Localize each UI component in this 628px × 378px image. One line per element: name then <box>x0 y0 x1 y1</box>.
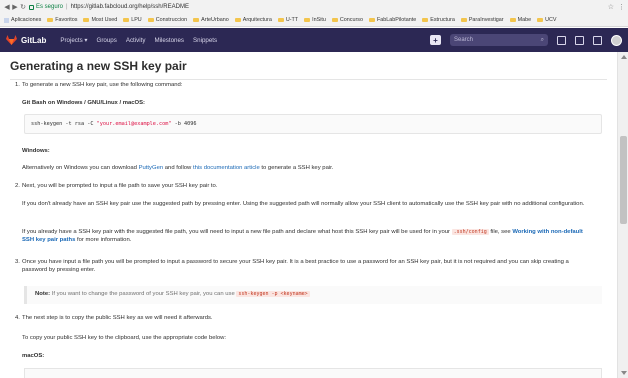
note-label: Note: <box>35 291 51 297</box>
folder-icon <box>83 17 90 23</box>
gitlab-tanuki-icon <box>6 35 17 45</box>
folder-icon <box>331 17 338 23</box>
brand-name: GitLab <box>21 35 47 45</box>
step-2-paragraph-1: If you don't already have an SSH key pai… <box>22 201 585 207</box>
search-placeholder: Search <box>454 37 474 43</box>
search-icon: ⌕ <box>540 36 544 43</box>
apps-grid-icon <box>4 17 9 23</box>
bookmark-folder[interactable]: UCV <box>537 17 556 23</box>
folder-icon <box>537 17 544 23</box>
step-3: 3. Once you have input a file path you w… <box>15 259 569 273</box>
ssh-config-code: .ssh/config <box>451 229 489 235</box>
bookmark-folder[interactable]: Concurso <box>331 17 363 23</box>
bookmark-folder[interactable]: U-TT <box>277 17 298 23</box>
bookmark-folder[interactable]: Favoritos <box>47 17 77 23</box>
folder-icon <box>147 17 154 23</box>
search-input[interactable]: Search ⌕ <box>450 34 548 46</box>
scrollbar-thumb[interactable] <box>620 136 627 224</box>
step-1: 1. To generate a new SSH key pair, use t… <box>15 82 183 88</box>
folder-icon <box>234 17 241 23</box>
windows-subhead: Windows: <box>22 148 50 154</box>
puttygen-link[interactable]: PuttyGen <box>139 165 164 171</box>
secure-label: Es seguro <box>36 4 64 10</box>
folder-icon <box>47 17 54 23</box>
lock-icon <box>29 4 34 10</box>
forward-icon[interactable]: ▶ <box>11 2 19 12</box>
secure-indicator[interactable]: Es seguro <box>29 4 63 10</box>
gitlab-navbar: GitLab Projects ▾ Groups Activity Milest… <box>0 28 628 52</box>
windows-text: Alternatively on Windows you can downloa… <box>22 165 334 171</box>
bookmark-folder[interactable]: InSitu <box>304 17 326 23</box>
note-box: Note: If you want to change the password… <box>24 286 602 304</box>
menu-icon[interactable]: ⋮ <box>618 3 625 11</box>
nav-groups[interactable]: Groups <box>97 37 117 44</box>
help-content: Generating a new SSH key pair 1. To gene… <box>0 52 617 378</box>
folder-icon <box>422 17 429 23</box>
folder-icon <box>368 17 375 23</box>
bookmark-folder[interactable]: Estructura <box>422 17 455 23</box>
step-2: 2. Next, you will be prompted to input a… <box>15 183 218 189</box>
nav-projects[interactable]: Projects ▾ <box>60 37 87 44</box>
bookmark-folder[interactable]: ArteUrbano <box>193 17 229 23</box>
nav-snippets[interactable]: Snippets <box>193 37 217 44</box>
bookmark-folder[interactable]: ParaInvestigar <box>460 17 504 23</box>
keygen-code-block[interactable]: ssh-keygen -t rsa -C "your.email@example… <box>24 114 602 134</box>
folder-icon <box>193 17 200 23</box>
scroll-down-icon[interactable] <box>621 371 627 375</box>
bookmark-folder[interactable]: LPU <box>123 17 142 23</box>
back-icon[interactable]: ◀ <box>3 2 11 12</box>
step-1-subhead: Git Bash on Windows / GNU/Linux / macOS: <box>22 100 146 106</box>
nav-milestones[interactable]: Milestones <box>154 37 184 44</box>
gitlab-logo[interactable]: GitLab <box>6 35 46 45</box>
merge-requests-icon[interactable] <box>575 35 584 45</box>
step-4: 4. The next step is to copy the public S… <box>15 315 213 321</box>
bookmark-folder[interactable]: Construccion <box>147 17 187 23</box>
scrollbar[interactable] <box>617 52 628 378</box>
browser-address-bar: ◀ ▶ ↻ Es seguro | https://gitlab.fabclou… <box>0 0 628 14</box>
scroll-up-icon[interactable] <box>621 55 627 59</box>
step-1-text: To generate a new SSH key pair, use the … <box>22 82 183 88</box>
macos-subhead: macOS: <box>22 353 45 359</box>
keygen-p-code: ssh-keygen -p <keyname> <box>236 291 310 297</box>
todos-icon[interactable] <box>593 35 602 45</box>
bookmarks-bar: Aplicaciones Favoritos Most Used LPU Con… <box>0 14 628 27</box>
macos-code-block[interactable] <box>24 368 602 378</box>
folder-icon <box>304 17 311 23</box>
bookmark-star-icon[interactable]: ☆ <box>608 3 614 11</box>
bookmark-folder[interactable]: Mabe <box>509 17 531 23</box>
bookmark-folder[interactable]: FabLabPilotante <box>368 17 416 23</box>
avatar[interactable] <box>611 34 622 46</box>
nav-activity[interactable]: Activity <box>126 37 146 44</box>
new-item-plus-icon[interactable]: + <box>430 35 441 45</box>
bookmark-folder[interactable]: Arquitectura <box>234 17 272 23</box>
folder-icon <box>460 17 467 23</box>
folder-icon <box>277 17 284 23</box>
folder-icon <box>509 17 516 23</box>
documentation-article-link[interactable]: this documentation article <box>193 165 260 171</box>
page-title: Generating a new SSH key pair <box>10 59 607 80</box>
url-field[interactable]: https://gitlab.fabcloud.org/help/ssh/REA… <box>71 4 189 10</box>
bookmark-folder[interactable]: Most Used <box>83 17 117 23</box>
reload-icon[interactable]: ↻ <box>19 2 27 12</box>
step-2-paragraph-2: If you already have a SSH key pair with … <box>22 229 583 243</box>
issues-icon[interactable] <box>557 35 566 45</box>
step-4-paragraph: To copy your public SSH key to the clipb… <box>22 335 226 341</box>
bookmark-apps[interactable]: Aplicaciones <box>4 17 41 23</box>
folder-icon <box>123 17 130 23</box>
nav-links: Projects ▾ Groups Activity Milestones Sn… <box>60 37 217 44</box>
